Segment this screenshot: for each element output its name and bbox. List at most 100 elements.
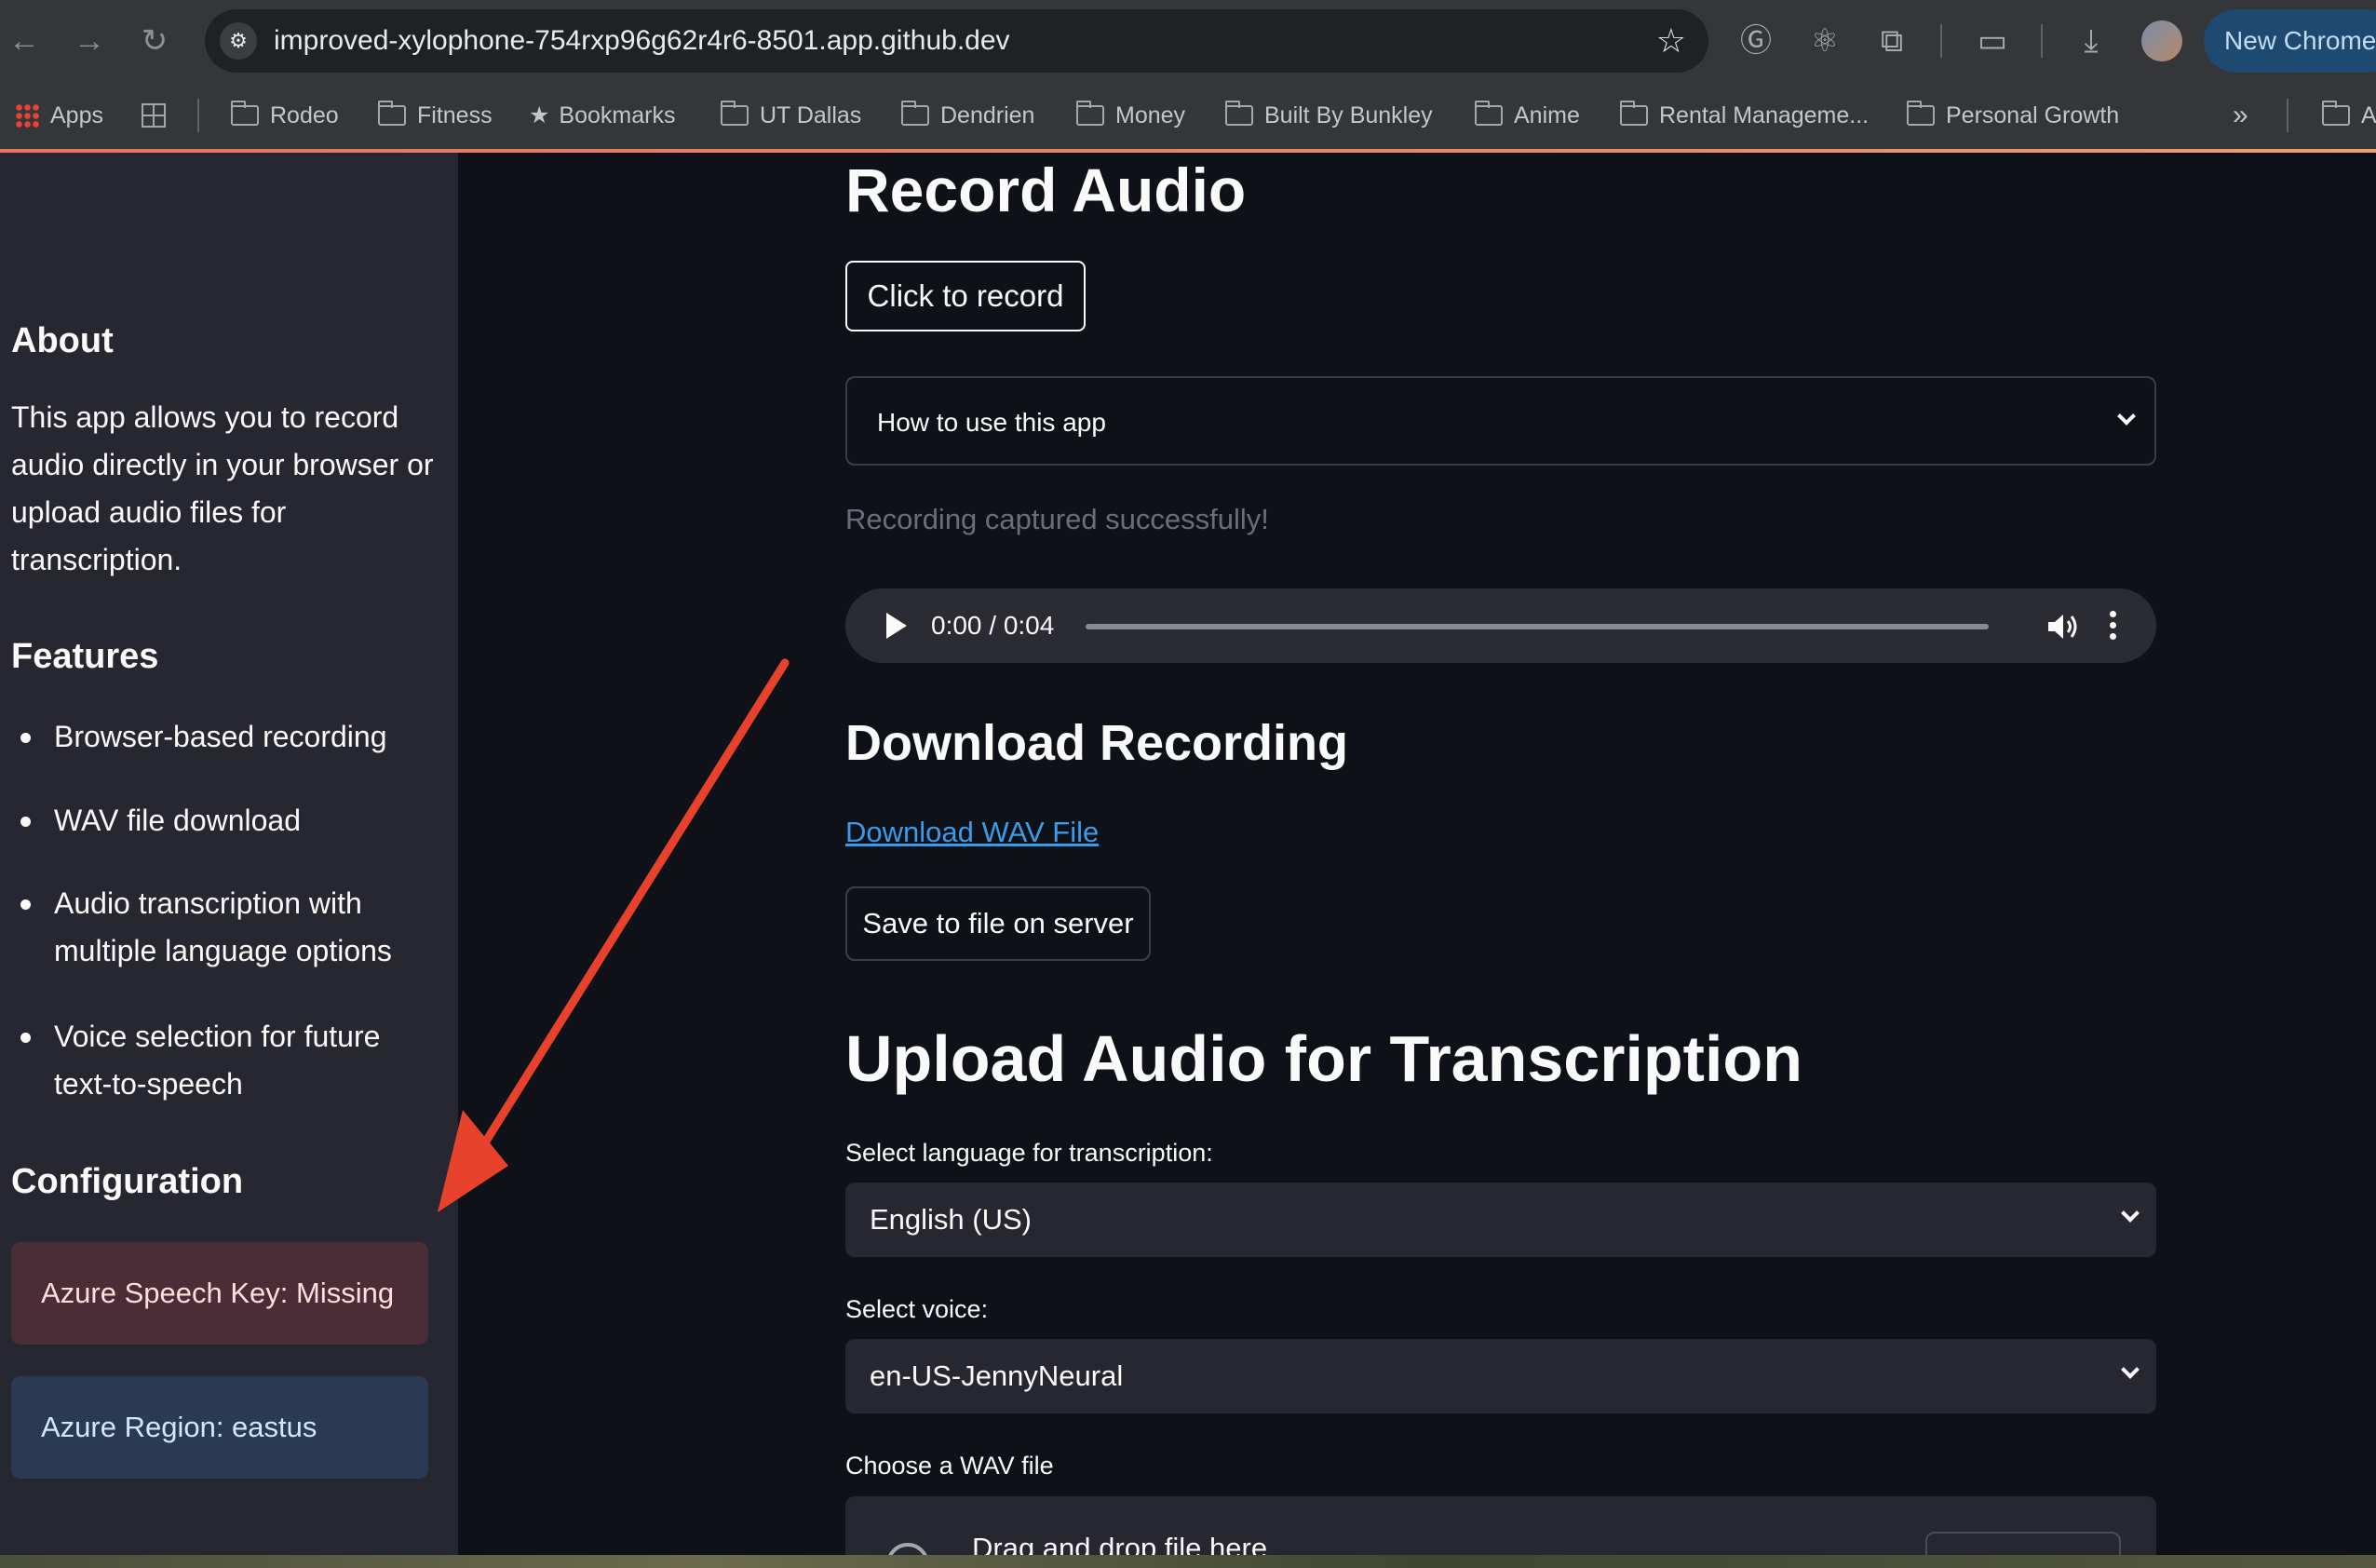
bookmarks-overflow-icon[interactable]: » [2233, 97, 2248, 134]
features-heading: Features [11, 637, 159, 676]
bookmark-label: UT Dallas [760, 102, 862, 128]
bookmark-label: Dendrien [940, 102, 1035, 128]
bullet-marker [20, 733, 31, 743]
azure-key-error-alert: Azure Speech Key: Missing [11, 1242, 428, 1345]
bookmark-folder-trailing[interactable]: A [2322, 97, 2376, 134]
bookmark-folder-bookmarks[interactable]: ★ Bookmarks [529, 97, 675, 134]
language-label: Select language for transcription: [845, 1139, 1213, 1167]
expander-label: How to use this app [877, 408, 1106, 437]
bullet-marker [20, 817, 31, 827]
folder-icon [1620, 101, 1648, 126]
bookmarks-bar: Apps Rodeo Fitness ★ Bookmarks UT Dallas … [0, 82, 2376, 149]
bookmark-star-icon[interactable]: ☆ [1656, 19, 1686, 63]
file-dropzone[interactable]: Drag and drop file here [845, 1496, 2156, 1555]
folder-icon [231, 101, 259, 126]
audio-time: 0:00 / 0:04 [931, 611, 1055, 640]
browse-files-button[interactable] [1925, 1532, 2121, 1555]
recording-status-text: Recording captured successfully! [845, 503, 1269, 535]
bullet-marker [20, 1033, 31, 1043]
how-to-use-expander[interactable]: How to use this app [845, 376, 2156, 466]
record-audio-heading: Record Audio [845, 155, 1247, 224]
sidebar: About This app allows you to record audi… [0, 153, 458, 1555]
feature-item: WAV file download [54, 804, 302, 837]
more-options-icon[interactable] [2110, 611, 2117, 642]
main-content: Record Audio Click to record How to use … [458, 153, 2376, 1555]
forward-icon[interactable]: → [67, 19, 112, 63]
click-to-record-button[interactable]: Click to record [845, 261, 1086, 331]
tab-search-icon[interactable]: ▭ [1970, 19, 2015, 63]
desktop-wallpaper-strip [0, 1555, 2376, 1568]
chevron-down-icon [2117, 407, 2136, 426]
feature-item: Audio transcription with multiple langua… [54, 886, 392, 967]
folder-icon [721, 101, 749, 126]
file-uploader-label: Choose a WAV file [845, 1452, 1054, 1480]
bookmarks-divider [197, 99, 199, 132]
language-select-value: English (US) [870, 1203, 1032, 1236]
bookmark-label: Fitness [417, 102, 493, 128]
new-chrome-button[interactable]: New Chrome [2204, 9, 2376, 73]
feature-item: Browser-based recording [54, 720, 387, 753]
downloads-icon[interactable]: ⤓ [2069, 19, 2113, 63]
bookmark-folder-ut-dallas[interactable]: UT Dallas [721, 97, 861, 134]
bookmark-folder-rodeo[interactable]: Rodeo [231, 97, 339, 134]
bookmark-folder-money[interactable]: Money [1076, 97, 1185, 134]
configuration-heading: Configuration [11, 1162, 244, 1201]
voice-label: Select voice: [845, 1295, 989, 1323]
audio-progress-track[interactable] [1086, 624, 1989, 629]
browser-window: ← → ↻ ⚙ improved-xylophone-754rxp96g62r4… [0, 0, 2376, 1568]
star-icon: ★ [529, 102, 550, 128]
upload-audio-heading: Upload Audio for Transcription [845, 1022, 1802, 1095]
bookmark-label: A [2361, 102, 2376, 128]
bookmark-folder-rental-management[interactable]: Rental Manageme... [1620, 97, 1869, 134]
url-text[interactable]: improved-xylophone-754rxp96g62r4r6-8501.… [274, 24, 1010, 58]
site-settings-icon[interactable]: ⚙ [220, 22, 257, 60]
audio-player: 0:00 / 0:04 [845, 588, 2156, 663]
volume-icon[interactable] [2046, 611, 2080, 642]
bookmark-folder-fitness[interactable]: Fitness [378, 97, 493, 134]
bookmark-folder-dendrien[interactable]: Dendrien [901, 97, 1034, 134]
folder-icon [1076, 101, 1104, 126]
bookmark-folder-personal-growth[interactable]: Personal Growth [1907, 97, 2119, 134]
language-select[interactable]: English (US) [845, 1183, 2156, 1257]
react-devtools-icon[interactable]: ⚛ [1802, 19, 1847, 63]
toolbar-divider [2041, 24, 2043, 58]
folder-icon [901, 101, 929, 126]
apps-grid-icon [15, 103, 39, 128]
about-heading: About [11, 321, 114, 360]
bookmark-label: Apps [50, 102, 103, 128]
reload-icon[interactable]: ↻ [132, 19, 177, 63]
folder-icon [2322, 101, 2350, 126]
bookmark-label: Anime [1514, 102, 1580, 128]
bookmark-folder-anime[interactable]: Anime [1475, 97, 1580, 134]
play-icon[interactable] [886, 613, 907, 639]
extensions-puzzle-icon[interactable]: ⧉ [1870, 19, 1914, 63]
voice-select[interactable]: en-US-JennyNeural [845, 1339, 2156, 1413]
grid-icon[interactable] [142, 97, 166, 134]
back-icon[interactable]: ← [2, 19, 47, 63]
bookmark-label: Rental Manageme... [1659, 102, 1870, 128]
folder-icon [1225, 101, 1253, 126]
bookmark-label: Money [1115, 102, 1186, 128]
bookmark-label: Rodeo [270, 102, 339, 128]
folder-icon [1907, 101, 1935, 126]
folder-icon [1475, 101, 1503, 126]
save-to-server-button[interactable]: Save to file on server [845, 886, 1151, 961]
toolbar-divider [1940, 24, 1942, 58]
bookmark-folder-built-by-bunkley[interactable]: Built By Bunkley [1225, 97, 1433, 134]
about-text: This app allows you to record audio dire… [11, 400, 434, 576]
feature-item: Voice selection for future text-to-speec… [54, 1020, 381, 1101]
address-bar[interactable]: ⚙ improved-xylophone-754rxp96g62r4r6-850… [205, 9, 1708, 73]
bookmark-apps[interactable]: Apps [15, 97, 103, 134]
grammarly-extension-icon[interactable]: Ⓖ [1734, 19, 1778, 63]
chevron-down-icon [2121, 1360, 2140, 1379]
chevron-down-icon [2121, 1204, 2140, 1223]
bullet-marker [20, 899, 31, 910]
browser-toolbar: ← → ↻ ⚙ improved-xylophone-754rxp96g62r4… [0, 0, 2376, 82]
folder-icon [378, 101, 406, 126]
profile-avatar[interactable] [2141, 20, 2182, 61]
azure-region-info-alert: Azure Region: eastus [11, 1376, 428, 1479]
bookmark-label: Bookmarks [559, 102, 676, 128]
download-wav-link[interactable]: Download WAV File [845, 812, 1099, 853]
upload-cloud-icon [886, 1543, 929, 1555]
dropzone-text: Drag and drop file here [972, 1532, 1268, 1555]
